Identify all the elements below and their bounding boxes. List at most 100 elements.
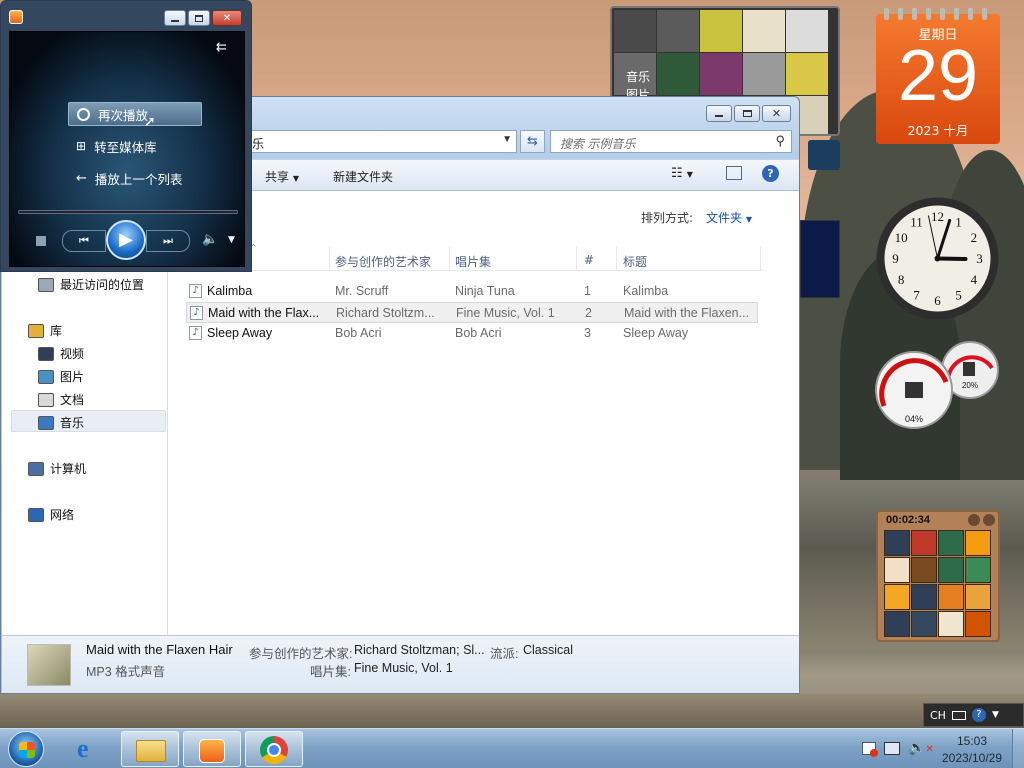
help-icon[interactable]: ? (762, 165, 779, 182)
arrange-by-dropdown[interactable]: 文件夹 ▼ (706, 209, 752, 226)
preview-pane-icon[interactable] (726, 166, 742, 180)
folder-icon (136, 740, 166, 762)
puzzle-tile[interactable] (938, 611, 964, 637)
table-row[interactable]: ♪ Sleep Away Bob Acri Bob Acri 3 Sleep Away (186, 323, 758, 344)
volume-muted-icon[interactable]: 🔈✕ (908, 740, 934, 756)
nav-item-label: 库 (50, 324, 63, 338)
details-genre-value[interactable]: Classical (523, 643, 573, 657)
taskbar-ie-button[interactable]: e (62, 731, 120, 767)
address-bar[interactable]: 乐 ▼ (245, 130, 517, 153)
puzzle-tile[interactable] (884, 611, 910, 637)
next-button[interactable]: ⏭ (146, 230, 190, 252)
keyboard-icon[interactable] (951, 710, 966, 720)
language-indicator[interactable]: CH (930, 709, 946, 722)
nav-item[interactable]: 计算机 (28, 460, 86, 477)
puzzle-tile[interactable] (965, 611, 991, 637)
nav-item[interactable]: 最近访问的位置 (38, 276, 144, 293)
puzzle-tile[interactable] (884, 584, 910, 610)
puzzle-tile[interactable] (911, 557, 937, 583)
clock-gadget[interactable]: 1234567891011 12 (875, 196, 1000, 321)
volume-dropdown-icon[interactable]: ▼ (228, 235, 235, 245)
details-album-value[interactable]: Fine Music, Vol. 1 (354, 661, 453, 675)
address-dropdown-icon[interactable]: ▼ (502, 134, 512, 145)
play-button[interactable]: ▶ (106, 220, 146, 260)
refresh-button[interactable]: ⇆ (520, 130, 545, 153)
chevron-down-icon: ▼ (745, 215, 752, 224)
play-previous-list-button[interactable]: ← 播放上一个列表 (68, 166, 202, 190)
table-row[interactable]: ♪ Maid with the Flax... Richard Stoltzm...… (186, 302, 758, 323)
puzzle-tile[interactable] (911, 611, 937, 637)
volume-icon[interactable]: 🔈 (202, 232, 218, 247)
start-button[interactable] (8, 731, 44, 767)
player-minimize-button[interactable] (164, 10, 186, 26)
new-folder-button[interactable]: 新建文件夹 (333, 168, 393, 185)
chrome-icon (260, 736, 288, 764)
language-help-icon[interactable]: ? (971, 708, 986, 722)
file-title-cell: Maid with the Flaxen... (624, 306, 750, 320)
network-status-icon[interactable] (884, 742, 900, 755)
search-input[interactable]: 搜索 示例音乐 ⚲ (550, 130, 792, 153)
go-to-library-button[interactable]: ⊞ 转至媒体库 (68, 134, 202, 158)
taskbar-date[interactable]: 2023/10/29 (940, 751, 1004, 765)
calendar-gadget[interactable]: 星期日 29 2023 十月 (876, 8, 1000, 144)
stop-icon[interactable] (36, 236, 46, 246)
column-header-track[interactable]: # (584, 253, 594, 267)
picture-puzzle-gadget[interactable]: 00:02:34 (876, 510, 1000, 642)
seek-bar[interactable] (18, 210, 238, 214)
nav-item-label: 网络 (50, 508, 75, 522)
puzzle-help-icon[interactable] (968, 514, 980, 526)
player-now-playing-area: ⇇ 再次播放 ⊞ 转至媒体库 ← 播放上一个列表 ➚ ⏮ ▶ ⏭ 🔈 ▼ (9, 31, 245, 267)
column-header-artist[interactable]: 参与创作的艺术家 (335, 253, 431, 270)
puzzle-tile[interactable] (938, 584, 964, 610)
play-again-button[interactable]: 再次播放 (68, 102, 202, 126)
media-player-window[interactable]: ✕ ⇇ 再次播放 ⊞ 转至媒体库 ← 播放上一个列表 ➚ ⏮ ▶ ⏭ 🔈 ▼ (0, 0, 252, 272)
puzzle-tile[interactable] (911, 530, 937, 556)
show-desktop-button[interactable] (1012, 729, 1024, 768)
taskbar-time[interactable]: 15:03 (940, 734, 1004, 748)
media-center-gadget[interactable] (800, 220, 840, 298)
maximize-button[interactable] (734, 105, 760, 122)
nav-item[interactable]: 库 (28, 322, 62, 339)
nav-item[interactable]: 音乐 (38, 414, 84, 431)
puzzle-show-icon[interactable] (983, 514, 995, 526)
column-header-album[interactable]: 唱片集 (455, 253, 491, 270)
switch-to-library-icon[interactable]: ⇇ (216, 40, 227, 55)
minimize-button[interactable] (706, 105, 732, 122)
details-artist-value[interactable]: Richard Stoltzman; Sl... (354, 643, 485, 657)
language-bar[interactable]: CH ? ▼ (923, 703, 1024, 727)
puzzle-tile[interactable] (911, 584, 937, 610)
puzzle-tile[interactable] (965, 557, 991, 583)
view-options-icon[interactable]: ☷ ▼ (671, 166, 693, 181)
windows-orb-gadget[interactable] (808, 140, 840, 170)
puzzle-tile[interactable] (965, 584, 991, 610)
puzzle-tile[interactable] (965, 530, 991, 556)
close-button[interactable]: ✕ (762, 105, 791, 122)
action-center-icon[interactable] (862, 742, 878, 757)
puzzle-tile[interactable] (884, 530, 910, 556)
taskbar-explorer-button[interactable] (121, 731, 179, 767)
clock-number: 4 (971, 272, 978, 287)
language-options-icon[interactable]: ▼ (992, 710, 999, 720)
player-restore-button[interactable] (188, 10, 210, 26)
file-name-cell: Kalimba (207, 284, 253, 298)
nav-item[interactable]: 图片 (38, 368, 84, 385)
nav-item[interactable]: 文档 (38, 391, 84, 408)
calendar-ring (968, 8, 973, 20)
puzzle-tile[interactable] (938, 557, 964, 583)
player-close-button[interactable]: ✕ (212, 10, 242, 26)
share-menu[interactable]: 共享 ▼ (265, 168, 299, 185)
nav-item[interactable]: 网络 (28, 506, 74, 523)
nav-item[interactable]: 视频 (38, 345, 84, 362)
column-header-title[interactable]: 标题 (623, 253, 647, 270)
taskbar-chrome-button[interactable] (245, 731, 303, 767)
minimize-icon (715, 115, 723, 117)
taskbar-media-player-button[interactable] (183, 731, 241, 767)
play-again-label: 再次播放 (98, 107, 149, 123)
share-label: 共享 (265, 170, 290, 184)
puzzle-tile[interactable] (884, 557, 910, 583)
puzzle-tile[interactable] (938, 530, 964, 556)
table-row[interactable]: ♪ Kalimba Mr. Scruff Ninja Tuna 1 Kalimba (186, 281, 758, 302)
cpu-meter-gadget[interactable]: 04% 20% (874, 338, 1000, 432)
search-icon[interactable]: ⚲ (775, 133, 785, 149)
previous-button[interactable]: ⏮ (62, 230, 106, 252)
